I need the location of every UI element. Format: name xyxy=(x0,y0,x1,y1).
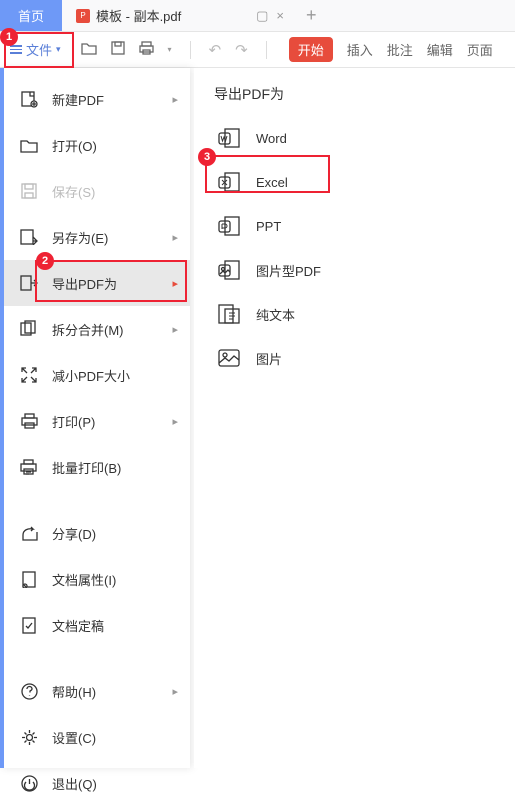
chevron-right-icon: ▸ xyxy=(172,277,178,290)
submenu-title: 导出PDF为 xyxy=(194,68,515,116)
menu-batch-print[interactable]: 批量打印(B) xyxy=(4,444,190,490)
undo-icon[interactable]: ↶ xyxy=(209,41,222,59)
menu-settings[interactable]: 设置(C) xyxy=(4,714,190,760)
menu-label: 打开(O) xyxy=(52,136,97,155)
menu-label: 文档定稿 xyxy=(52,616,104,635)
tab-annotate[interactable]: 批注 xyxy=(387,40,413,59)
check-doc-icon xyxy=(20,616,38,634)
menu-finalize[interactable]: 文档定稿 xyxy=(4,602,190,648)
menu-label: 新建PDF xyxy=(52,90,104,109)
tab-home[interactable]: 首页 xyxy=(0,0,62,31)
sub-label: 图片型PDF xyxy=(256,261,321,280)
save-disk-icon xyxy=(20,182,38,200)
menu-label: 退出(Q) xyxy=(52,774,97,793)
menu-label: 打印(P) xyxy=(52,412,95,431)
batch-print-icon xyxy=(20,458,38,476)
tab-insert[interactable]: 插入 xyxy=(347,40,373,59)
tab-file-name: 模板 - 副本.pdf xyxy=(96,6,181,25)
export-ppt[interactable]: PPT xyxy=(194,204,515,248)
save-as-icon xyxy=(20,228,38,246)
menu-save-as[interactable]: 另存为(E) ▸ xyxy=(4,214,190,260)
exit-icon xyxy=(20,774,38,792)
chevron-right-icon: ▸ xyxy=(172,415,178,428)
menu-open[interactable]: 打开(O) xyxy=(4,122,190,168)
export-image[interactable]: 图片 xyxy=(194,336,515,380)
excel-icon xyxy=(218,171,240,193)
tab-document[interactable]: P 模板 - 副本.pdf ▢ × xyxy=(62,0,292,31)
file-menu-button[interactable]: 文件 ▾ xyxy=(0,32,71,67)
ppt-icon xyxy=(218,215,240,237)
toolbar: 文件 ▾ ▾ ↶ ↷ 开始 插入 批注 编辑 页面 xyxy=(0,32,515,68)
chevron-right-icon: ▸ xyxy=(172,685,178,698)
export-icon xyxy=(20,274,38,292)
menu-label: 文档属性(I) xyxy=(52,570,116,589)
word-icon xyxy=(218,127,240,149)
menu-save: 保存(S) xyxy=(4,168,190,214)
open-folder-icon[interactable] xyxy=(81,41,97,59)
printer-icon xyxy=(20,412,38,430)
help-icon xyxy=(20,682,38,700)
menu-help[interactable]: 帮助(H) ▸ xyxy=(4,668,190,714)
menu-tabs: 开始 插入 批注 编辑 页面 xyxy=(289,37,493,62)
chevron-right-icon: ▸ xyxy=(172,323,178,336)
export-excel[interactable]: Excel xyxy=(194,160,515,204)
image-icon xyxy=(218,347,240,369)
pdf-icon: P xyxy=(76,9,90,23)
menu-label: 减小PDF大小 xyxy=(52,366,130,385)
sub-label: 纯文本 xyxy=(256,305,295,324)
menu-label: 另存为(E) xyxy=(52,228,108,247)
menu-compress[interactable]: 减小PDF大小 xyxy=(4,352,190,398)
gear-icon xyxy=(20,728,38,746)
save-icon[interactable] xyxy=(111,41,125,59)
print-caret-icon[interactable]: ▾ xyxy=(168,45,172,54)
print-icon[interactable] xyxy=(139,41,154,59)
export-submenu: 导出PDF为 Word Excel PPT 图片型PDF 纯文本 图片 xyxy=(194,68,515,768)
split-icon xyxy=(20,320,38,338)
folder-icon xyxy=(20,136,38,154)
menu-label: 批量打印(B) xyxy=(52,458,121,477)
new-pdf-icon xyxy=(20,90,38,108)
export-word[interactable]: Word xyxy=(194,116,515,160)
compress-icon xyxy=(20,366,38,384)
tab-restore-icon[interactable]: ▢ xyxy=(256,8,268,24)
menu-export-pdf[interactable]: 导出PDF为 ▸ xyxy=(4,260,190,306)
tab-close-icon[interactable]: × xyxy=(276,8,284,24)
sub-label: PPT xyxy=(256,219,281,234)
file-dropdown: 新建PDF ▸ 打开(O) 保存(S) 另存为(E) ▸ 导出PDF为 ▸ 拆分… xyxy=(0,68,190,768)
menu-exit[interactable]: 退出(Q) xyxy=(4,760,190,806)
menu-new-pdf[interactable]: 新建PDF ▸ xyxy=(4,76,190,122)
text-icon xyxy=(218,303,240,325)
menu-label: 拆分合并(M) xyxy=(52,320,124,339)
sub-label: Word xyxy=(256,131,287,146)
menu-label: 保存(S) xyxy=(52,182,95,201)
menu-share[interactable]: 分享(D) xyxy=(4,510,190,556)
new-tab-button[interactable]: + xyxy=(292,0,331,31)
chevron-right-icon: ▸ xyxy=(172,93,178,106)
properties-icon xyxy=(20,570,38,588)
toolbar-icons: ▾ ↶ ↷ xyxy=(71,41,281,59)
tab-bar: 首页 P 模板 - 副本.pdf ▢ × + xyxy=(0,0,515,32)
menu-label: 导出PDF为 xyxy=(52,274,117,293)
file-button-label: 文件 xyxy=(26,40,52,59)
menu-label: 分享(D) xyxy=(52,524,96,543)
image-pdf-icon xyxy=(218,259,240,281)
share-icon xyxy=(20,524,38,542)
sub-label: 图片 xyxy=(256,349,282,368)
menu-label: 帮助(H) xyxy=(52,682,96,701)
tab-start[interactable]: 开始 xyxy=(289,37,333,62)
menu-print[interactable]: 打印(P) ▸ xyxy=(4,398,190,444)
hamburger-icon xyxy=(10,45,22,54)
dropdown-caret-icon: ▾ xyxy=(56,44,61,55)
menu-split-merge[interactable]: 拆分合并(M) ▸ xyxy=(4,306,190,352)
export-text[interactable]: 纯文本 xyxy=(194,292,515,336)
sub-label: Excel xyxy=(256,175,288,190)
tab-edit[interactable]: 编辑 xyxy=(427,40,453,59)
menu-properties[interactable]: 文档属性(I) xyxy=(4,556,190,602)
tab-page[interactable]: 页面 xyxy=(467,40,493,59)
export-image-pdf[interactable]: 图片型PDF xyxy=(194,248,515,292)
menu-label: 设置(C) xyxy=(52,728,96,747)
chevron-right-icon: ▸ xyxy=(172,231,178,244)
redo-icon[interactable]: ↷ xyxy=(235,41,248,59)
